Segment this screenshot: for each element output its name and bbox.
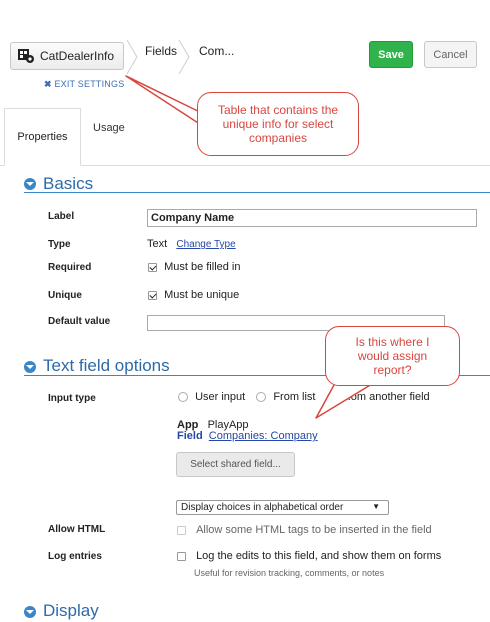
table-button[interactable]: CatDealerInfo: [10, 42, 124, 70]
default-value-label: Default value: [48, 316, 111, 327]
exit-settings-label: EXIT SETTINGS: [54, 79, 125, 89]
exit-settings-link[interactable]: ✖ EXIT SETTINGS: [44, 79, 124, 90]
collapse-basics-icon[interactable]: [24, 178, 36, 190]
radio-user-input-label: User input: [195, 391, 246, 403]
table-gear-icon: [18, 49, 34, 63]
cancel-button[interactable]: Cancel: [424, 41, 477, 68]
required-checkbox[interactable]: [148, 262, 157, 272]
allow-html-text: Allow some HTML tags to be inserted in t…: [196, 524, 432, 536]
breadcrumb-fields[interactable]: Fields: [145, 44, 177, 58]
table-button-label: CatDealerInfo: [40, 49, 115, 63]
required-text: Must be filled in: [164, 261, 241, 273]
log-entries-label: Log entries: [48, 551, 102, 562]
unique-text: Must be unique: [164, 289, 240, 301]
tab-usage[interactable]: Usage: [93, 122, 125, 134]
callout-table-info: Table that contains the unique info for …: [197, 92, 359, 156]
field-label: Field: [177, 430, 203, 442]
radio-another-field[interactable]: [326, 392, 337, 403]
required-row: Must be filled in: [148, 261, 241, 273]
label-label: Label: [48, 211, 75, 222]
radio-another-field-label: ...om another field: [341, 391, 430, 403]
allow-html-checkbox[interactable]: [177, 525, 186, 535]
radio-user-input[interactable]: [178, 392, 188, 403]
unique-checkbox[interactable]: [148, 290, 157, 300]
section-title-text-options: Text field options: [43, 356, 170, 375]
collapse-text-options-icon[interactable]: [24, 361, 36, 373]
input-type-options: User input From list ...om another field: [178, 391, 430, 403]
required-label: Required: [48, 262, 92, 273]
section-divider: [24, 192, 490, 193]
breadcrumb-separator-icon: [178, 40, 190, 74]
unique-label: Unique: [48, 290, 82, 301]
chevron-down-icon: ▼: [372, 502, 380, 511]
radio-from-list[interactable]: [256, 392, 267, 403]
field-value-link[interactable]: Companies: Company: [209, 430, 318, 442]
display-choices-select[interactable]: Display choices in alphabetical order ▼: [176, 500, 389, 515]
label-input[interactable]: Company Name: [147, 209, 477, 227]
log-entries-checkbox[interactable]: [177, 551, 186, 561]
callout-assign-report: Is this where I would assign report?: [325, 326, 460, 386]
breadcrumb-field-name[interactable]: Com...: [199, 44, 234, 58]
display-choices-value: Display choices in alphabetical order: [181, 502, 344, 513]
type-label: Type: [48, 239, 71, 250]
log-entries-hint: Useful for revision tracking, comments, …: [194, 568, 385, 578]
type-text: Text: [147, 238, 168, 250]
tab-properties[interactable]: Properties: [4, 108, 81, 166]
select-shared-field-button[interactable]: Select shared field...: [176, 452, 295, 477]
unique-row: Must be unique: [148, 289, 239, 301]
radio-from-list-label: From list: [273, 391, 316, 403]
allow-html-row: Allow some HTML tags to be inserted in t…: [177, 524, 432, 536]
log-entries-text: Log the edits to this field, and show th…: [196, 550, 442, 562]
type-value: Text Change Type: [147, 238, 236, 250]
shared-field-info: App PlayApp Field Companies: Company: [177, 420, 318, 442]
section-title-display: Display: [43, 601, 99, 620]
save-button[interactable]: Save: [369, 41, 413, 68]
allow-html-label: Allow HTML: [48, 524, 106, 535]
breadcrumb-separator-icon: [126, 40, 138, 74]
log-entries-row: Log the edits to this field, and show th…: [177, 550, 441, 562]
collapse-display-icon[interactable]: [24, 606, 36, 618]
change-type-link[interactable]: Change Type: [176, 239, 235, 250]
section-title-basics: Basics: [43, 174, 94, 193]
close-icon: ✖: [44, 79, 52, 89]
input-type-label: Input type: [48, 393, 96, 404]
